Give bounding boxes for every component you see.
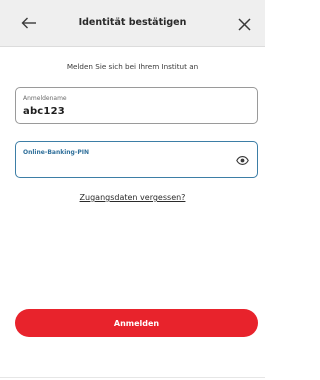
eye-icon — [235, 155, 249, 165]
page-title: Identität bestätigen — [78, 17, 187, 28]
forgot-credentials-label[interactable]: Zugangsdaten vergessen? — [80, 193, 186, 202]
username-field[interactable]: Anmeldename abc123 — [15, 87, 258, 124]
login-button[interactable]: Anmelden — [15, 309, 258, 337]
close-icon — [237, 17, 251, 31]
pin-label: Online-Banking-PIN — [23, 149, 89, 156]
show-pin-toggle[interactable] — [235, 155, 249, 165]
header-bar: Identität bestätigen — [0, 0, 265, 47]
username-label: Anmeldename — [23, 95, 67, 102]
login-instruction-text: Melden Sie sich bei Ihrem Institut an — [66, 62, 199, 71]
forgot-credentials-link[interactable]: Zugangsdaten vergessen? — [0, 193, 265, 202]
pin-field[interactable]: Online-Banking-PIN — [15, 141, 258, 178]
identity-verification-screen: Identität bestätigen Melden Sie sich bei… — [0, 0, 265, 380]
username-value[interactable]: abc123 — [23, 106, 65, 117]
bottom-divider — [0, 377, 265, 378]
close-button[interactable] — [233, 14, 255, 34]
